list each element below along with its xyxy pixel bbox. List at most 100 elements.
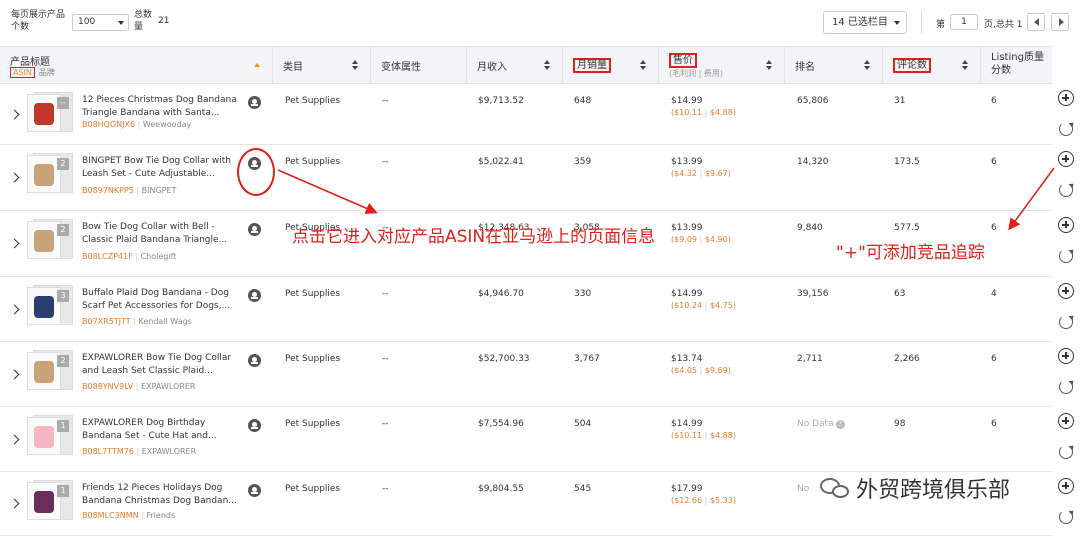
product-brand[interactable]: Weewooday — [143, 120, 191, 129]
expand-chevron-icon[interactable] — [9, 109, 20, 120]
col-header-listing-quality[interactable]: Listing质量分数 — [980, 47, 1052, 84]
refresh-icon[interactable] — [1059, 183, 1073, 197]
add-tracking-button[interactable] — [1058, 413, 1074, 429]
next-page-button[interactable] — [1051, 13, 1069, 31]
table-row[interactable]: 2 EXPAWLORER Bow Tie Dog Collar and Leas… — [0, 342, 1052, 407]
cell-category: Pet Supplies — [285, 157, 341, 167]
col-header-variant[interactable]: 变体属性 — [370, 47, 466, 84]
table-row[interactable]: -- 12 Pieces Christmas Dog Bandana Trian… — [0, 84, 1052, 145]
table-row[interactable]: 3 Buffalo Plaid Dog Bandana - Dog Scarf … — [0, 277, 1052, 342]
col-header-revenue[interactable]: 月收入 — [466, 47, 562, 84]
cell-price: $14.99 — [671, 419, 703, 429]
amazon-link-icon[interactable] — [248, 96, 261, 109]
cell-revenue: $9,713.52 — [478, 96, 524, 106]
product-thumbnail[interactable]: 1 — [27, 415, 73, 457]
product-thumbnail[interactable]: 3 — [27, 285, 73, 327]
cell-price: $13.99 — [671, 223, 703, 233]
amazon-link-icon[interactable] — [248, 289, 261, 302]
cell-rank: 2,711 — [797, 354, 823, 364]
page-input[interactable]: 1 — [950, 14, 978, 30]
image-count-badge: 2 — [57, 224, 69, 236]
product-asin[interactable]: B08MLC3NMN — [82, 511, 139, 520]
product-title[interactable]: Bow Tie Dog Collar with Bell - Classic P… — [82, 221, 244, 247]
per-page-select[interactable]: 100 — [72, 14, 129, 31]
product-thumbnail[interactable]: -- — [27, 92, 73, 134]
amazon-link-icon[interactable] — [248, 419, 261, 432]
product-title[interactable]: Friends 12 Pieces Holidays Dog Bandana C… — [82, 482, 244, 508]
product-asin[interactable]: B07XR5TJTT — [82, 317, 131, 326]
col-header-price[interactable]: 售价 (毛利润 | 费用) — [658, 47, 784, 84]
col-revenue-label: 月收入 — [477, 62, 507, 73]
expand-chevron-icon[interactable] — [9, 304, 20, 315]
col-rank-label: 排名 — [795, 62, 815, 73]
amazon-link-icon[interactable] — [248, 223, 261, 236]
image-count-badge: 3 — [57, 290, 69, 302]
product-brand[interactable]: Friends — [146, 511, 175, 520]
col-category-label: 类目 — [283, 62, 303, 73]
add-tracking-button[interactable] — [1058, 283, 1074, 299]
product-brand[interactable]: Kendall Wags — [138, 317, 191, 326]
refresh-icon[interactable] — [1059, 380, 1073, 394]
product-title[interactable]: Buffalo Plaid Dog Bandana - Dog Scarf Pe… — [82, 287, 244, 313]
add-tracking-button[interactable] — [1058, 217, 1074, 233]
product-title[interactable]: BINGPET Bow Tie Dog Collar with Leash Se… — [82, 155, 244, 181]
cell-price: $17.99 — [671, 484, 703, 494]
product-asin[interactable]: B08L7TTM76 — [82, 447, 134, 456]
cell-listing-quality: 4 — [991, 289, 997, 299]
product-thumbnail[interactable]: 2 — [27, 219, 73, 261]
product-thumbnail[interactable]: 2 — [27, 153, 73, 195]
col-header-reviews[interactable]: 评论数 — [882, 47, 980, 84]
product-asin[interactable]: B088YNV9LV — [82, 382, 133, 391]
expand-chevron-icon[interactable] — [9, 434, 20, 445]
product-brand[interactable]: BINGPET — [142, 186, 177, 195]
refresh-icon[interactable] — [1059, 122, 1073, 136]
product-thumbnail[interactable]: 2 — [27, 350, 73, 392]
refresh-icon[interactable] — [1059, 249, 1073, 263]
expand-chevron-icon[interactable] — [9, 238, 20, 249]
col-header-category[interactable]: 类目 — [272, 47, 370, 84]
add-tracking-button[interactable] — [1058, 151, 1074, 167]
sort-icon — [766, 60, 772, 70]
sort-icon — [962, 60, 968, 70]
expand-chevron-icon[interactable] — [9, 369, 20, 380]
product-thumbnail[interactable]: 1 — [27, 480, 73, 522]
product-brand[interactable]: EXPAWLORER — [141, 382, 195, 391]
add-tracking-button[interactable] — [1058, 478, 1074, 494]
help-icon[interactable]: ? — [835, 420, 845, 429]
col-header-title[interactable]: 产品标题 ASIN 品牌 — [0, 47, 272, 84]
columns-button[interactable]: 14 已选栏目 — [823, 11, 907, 34]
product-brand[interactable]: Cholegift — [141, 252, 177, 261]
product-asin-brand: B07XR5TJTT | Kendall Wags — [82, 317, 192, 326]
cell-rank-value: 2,711 — [797, 354, 823, 364]
cell-rank: 65,806 — [797, 96, 829, 106]
table-row[interactable]: 1 EXPAWLORER Dog Birthday Bandana Set - … — [0, 407, 1052, 472]
col-header-sales[interactable]: 月销量 — [562, 47, 658, 84]
refresh-icon[interactable] — [1059, 510, 1073, 524]
expand-chevron-icon[interactable] — [9, 172, 20, 183]
add-tracking-button[interactable] — [1058, 348, 1074, 364]
sort-icon — [352, 60, 358, 70]
product-title[interactable]: EXPAWLORER Bow Tie Dog Collar and Leash … — [82, 352, 244, 378]
product-asin[interactable]: B0897NKPPS — [82, 186, 134, 195]
refresh-icon[interactable] — [1059, 315, 1073, 329]
col-header-rank[interactable]: 排名 — [784, 47, 882, 84]
product-title[interactable]: EXPAWLORER Dog Birthday Bandana Set - Cu… — [82, 417, 244, 443]
product-asin[interactable]: B08HQGNJX6 — [82, 120, 135, 129]
cell-rank-value: 39,156 — [797, 289, 829, 299]
table-row[interactable]: 2 BINGPET Bow Tie Dog Collar with Leash … — [0, 145, 1052, 211]
product-title[interactable]: 12 Pieces Christmas Dog Bandana Triangle… — [82, 94, 244, 120]
cell-price: $14.99 — [671, 96, 703, 106]
cell-reviews: 98 — [894, 419, 906, 429]
refresh-icon[interactable] — [1059, 445, 1073, 459]
product-asin[interactable]: B08LCZP41F — [82, 252, 133, 261]
brand-label: 品牌 — [38, 68, 55, 77]
prev-page-button[interactable] — [1027, 13, 1045, 31]
add-tracking-button[interactable] — [1058, 90, 1074, 106]
amazon-link-icon[interactable] — [248, 484, 261, 497]
amazon-link-icon[interactable] — [248, 354, 261, 367]
product-brand[interactable]: EXPAWLORER — [142, 447, 196, 456]
expand-chevron-icon[interactable] — [9, 498, 20, 509]
sort-icon — [640, 60, 646, 70]
cell-sales: 330 — [574, 289, 592, 299]
cell-listing-quality: 6 — [991, 419, 997, 429]
